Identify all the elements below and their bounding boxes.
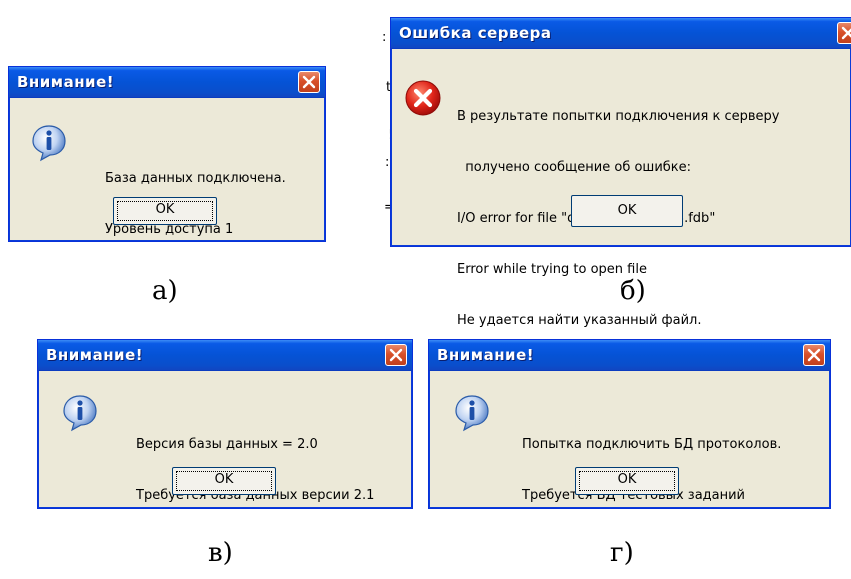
- close-icon: [841, 26, 851, 40]
- dialog-title: Внимание!: [46, 346, 144, 364]
- message-line: База данных подключена.: [105, 171, 286, 186]
- close-button[interactable]: [803, 344, 825, 366]
- caption-a: а): [152, 276, 178, 306]
- ok-button[interactable]: OK: [172, 467, 276, 495]
- title-bar[interactable]: Ошибка сервера: [391, 18, 851, 49]
- ok-button-label: OK: [617, 203, 637, 218]
- title-bar[interactable]: Внимание!: [38, 340, 412, 371]
- dialog-wrong-database: Внимание! Попытка подключить БД протокол…: [428, 339, 831, 509]
- message-line: В результате попытки подключения к серве…: [457, 109, 780, 124]
- ok-button[interactable]: OK: [113, 197, 217, 225]
- message-line: Версия базы данных = 2.0: [136, 437, 318, 452]
- caption-d: г): [610, 538, 634, 568]
- dialog-title: Ошибка сервера: [399, 24, 552, 42]
- close-icon: [389, 348, 403, 362]
- message-line: Error while trying to open file: [457, 262, 647, 277]
- close-icon: [807, 348, 821, 362]
- ok-button-label: OK: [214, 472, 234, 487]
- dialog-server-error: Ошибка сервера В результате попытки подк…: [390, 17, 851, 328]
- dialog-version-mismatch: Внимание! Версия базы данных = 2.0 Требу…: [37, 339, 413, 509]
- ok-button[interactable]: OK: [571, 195, 683, 227]
- ok-button-label: OK: [617, 472, 637, 487]
- ok-button[interactable]: OK: [575, 467, 679, 495]
- info-icon: [32, 125, 66, 162]
- title-bar[interactable]: Внимание!: [429, 340, 830, 371]
- ok-button-label: OK: [155, 202, 175, 217]
- message-line: получено сообщение об ошибке:: [457, 160, 692, 175]
- background-text-fragment: :: [385, 155, 390, 170]
- dialog-connected: Внимание! База данных подключена. Уровен…: [8, 66, 326, 242]
- error-icon: [405, 80, 441, 116]
- dialog-title: Внимание!: [17, 73, 115, 91]
- message-line: Не удается найти указанный файл.: [457, 313, 702, 328]
- title-bar[interactable]: Внимание!: [9, 67, 325, 98]
- message-line: Попытка подключить БД протоколов.: [522, 437, 782, 452]
- close-button[interactable]: [298, 71, 320, 93]
- close-icon: [302, 75, 316, 89]
- caption-b: б): [620, 276, 646, 306]
- info-icon: [63, 395, 97, 432]
- caption-c: в): [208, 538, 233, 568]
- background-text-fragment: :: [382, 30, 387, 45]
- dialog-title: Внимание!: [437, 346, 535, 364]
- info-icon: [455, 395, 489, 432]
- close-button[interactable]: [385, 344, 407, 366]
- close-button[interactable]: [837, 22, 851, 44]
